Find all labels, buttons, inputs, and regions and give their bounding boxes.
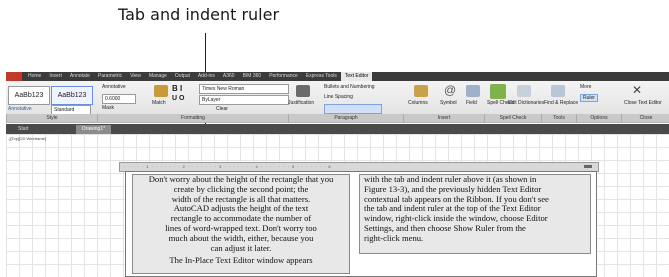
ruler-ticks: · · · · · 1 · · · · · · · 2 · · · · · · …	[124, 164, 332, 169]
clear-button[interactable]: Clear	[216, 106, 228, 112]
edit-dictionaries-icon[interactable]	[517, 85, 531, 97]
more-dropdown[interactable]: More	[580, 84, 591, 90]
text-column-1[interactable]: Don't worry about the height of the rect…	[132, 174, 350, 274]
tab-express-tools[interactable]: Express Tools	[302, 72, 341, 81]
tab-manage[interactable]: Manage	[145, 72, 171, 81]
annotative-toggle[interactable]: Annotative	[102, 84, 126, 90]
paragraph-align-buttons[interactable]	[324, 104, 382, 114]
find-replace-label: Find & Replace	[544, 100, 579, 106]
ribbon-panel: AaBb123 AaBb123 Annotative Standard Anno…	[6, 81, 669, 123]
in-place-text-editor[interactable]: Don't worry about the height of the rect…	[125, 171, 597, 277]
columns-label: Columns	[408, 100, 428, 106]
close-text-editor-label: Close Text Editor	[624, 100, 662, 106]
justification-icon[interactable]	[296, 85, 310, 97]
panel-options: Options	[576, 114, 621, 122]
annotative-style-label[interactable]: Annotative	[8, 106, 32, 112]
tab-text-editor[interactable]: Text Editor	[340, 72, 373, 81]
symbol-label: Symbol	[440, 100, 457, 106]
find-replace-icon[interactable]	[551, 85, 565, 97]
close-icon[interactable]: ✕	[632, 83, 642, 97]
callout-label: Tab and indent ruler	[118, 5, 280, 24]
tab-start[interactable]: Start	[12, 125, 35, 134]
spell-check-icon[interactable]	[490, 84, 506, 99]
tab-home[interactable]: Home	[24, 72, 45, 81]
viewport-controls[interactable]: -][Top][2D Wireframe]	[8, 136, 46, 141]
text-height-field[interactable]: 0.6000	[102, 94, 136, 104]
field-label: Field	[466, 100, 477, 106]
panel-formatting: Formatting	[97, 114, 288, 122]
tab-performance[interactable]: Performance	[265, 72, 302, 81]
text-style-sample-2[interactable]: AaBb123	[51, 86, 93, 105]
tab-annotate[interactable]: Annotate	[66, 72, 94, 81]
ruler-toggle-button[interactable]: Ruler	[580, 94, 598, 102]
column2-line: right-click menu.	[364, 232, 424, 243]
tab-insert[interactable]: Insert	[45, 72, 66, 81]
field-icon[interactable]	[466, 85, 480, 97]
match-label: Match	[152, 100, 166, 106]
column1-line: can adjust it later.	[210, 242, 272, 253]
match-brush-icon[interactable]	[154, 85, 168, 97]
tab-view[interactable]: View	[126, 72, 145, 81]
tab-bim360[interactable]: BIM 360	[239, 72, 266, 81]
panel-paragraph: Paragraph	[288, 114, 403, 122]
text-column-2[interactable]: with the tab and indent ruler above it (…	[359, 174, 591, 254]
panel-tools: Tools	[541, 114, 576, 122]
tab-add-ins[interactable]: Add-ins	[194, 72, 219, 81]
ruler-resize-handle[interactable]	[584, 165, 592, 168]
line-spacing-button[interactable]: Line Spacing	[324, 94, 353, 100]
color-dropdown[interactable]: ByLayer	[199, 95, 289, 105]
font-dropdown[interactable]: Times New Roman	[199, 84, 289, 94]
tab-drawing1[interactable]: Drawing1*	[76, 125, 112, 134]
panel-style: Style	[6, 114, 97, 122]
column1-line: The In-Place Text Editor window appears	[169, 255, 313, 266]
bold-italic-buttons[interactable]: B I	[172, 84, 182, 93]
mask-button[interactable]: Mask	[102, 105, 114, 111]
text-style-sample-1[interactable]: AaBb123	[8, 86, 50, 105]
ribbon-tab-bar: Home Insert Annotate Parametric View Man…	[6, 72, 669, 81]
tab-a360[interactable]: A360	[219, 72, 239, 81]
ribbon-tabs: Home Insert Annotate Parametric View Man…	[24, 72, 373, 81]
panel-insert: Insert	[403, 114, 484, 122]
bullets-numbering-button[interactable]: Bullets and Numbering	[324, 84, 375, 90]
edit-dictionaries-label: Edit Dictionaries	[508, 100, 545, 106]
columns-icon[interactable]	[414, 85, 428, 97]
application-menu-button[interactable]	[6, 72, 22, 81]
tab-parametric[interactable]: Parametric	[94, 72, 126, 81]
document-tab-bar: Start Drawing1*	[6, 124, 669, 134]
underline-overline-buttons[interactable]: U O	[172, 95, 184, 102]
panel-close: Close	[621, 114, 669, 122]
tab-output[interactable]: Output	[171, 72, 194, 81]
symbol-icon[interactable]: @	[444, 83, 456, 97]
justification-label: Justification	[288, 100, 315, 106]
panel-spell-check: Spell Check	[484, 114, 541, 122]
